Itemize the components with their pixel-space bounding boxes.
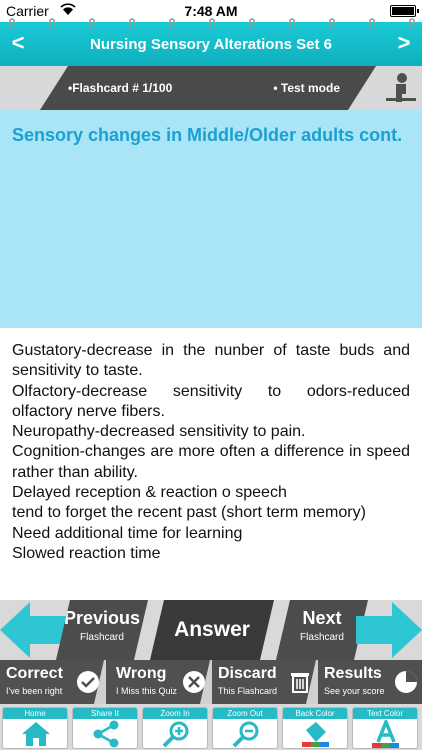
share-button[interactable]: Share It	[72, 707, 138, 749]
home-label: Home	[3, 708, 67, 719]
share-icon	[93, 720, 119, 748]
flashcard-counter: •Flashcard # 1/100	[68, 81, 173, 95]
bottom-toolbar: Home Share It Zoom In Zoom Out Back Colo…	[0, 704, 422, 750]
correct-sub-label: I've been right	[6, 686, 63, 696]
answer-button[interactable]: Answer	[150, 600, 274, 660]
answer-line: Slowed reaction time	[12, 544, 161, 562]
results-button[interactable]: Results See your score	[318, 660, 422, 704]
text-color-button[interactable]: Text Color	[352, 707, 418, 749]
text-color-label: Text Color	[353, 708, 417, 719]
wrong-button[interactable]: Wrong I Miss this Quiz	[106, 660, 210, 704]
binder-rings-icon	[9, 18, 415, 30]
discard-sub-label: This Flashcard	[218, 686, 278, 696]
answer-line: Gustatory-decrease in the nunber of tast…	[12, 342, 410, 380]
discard-button[interactable]: Discard This Flashcard	[212, 660, 316, 704]
text-color-icon	[372, 720, 399, 748]
share-label: Share It	[73, 708, 137, 719]
flashcard-info-banner: •Flashcard # 1/100 • Test mode	[40, 66, 376, 110]
flashcard-nav-row: Previous Flashcard Answer Next Flashcard	[0, 600, 422, 660]
battery-icon	[390, 5, 419, 17]
results-label: Results	[324, 665, 382, 682]
question-card: Sensory changes in Middle/Older adults c…	[0, 110, 422, 328]
question-text: Sensory changes in Middle/Older adults c…	[12, 125, 403, 145]
status-time: 7:48 AM	[184, 3, 238, 19]
zoom-in-label: Zoom In	[143, 708, 207, 719]
zoom-in-button[interactable]: Zoom In	[142, 707, 208, 749]
previous-label: Previous	[63, 608, 141, 628]
answer-line: tend to forget the recent past (short te…	[12, 504, 366, 522]
page-title: Nursing Sensory Alterations Set 6	[89, 36, 332, 53]
answer-line: Neuropathy-decreased sensitivity to pain…	[12, 423, 306, 441]
answer-line: Cognition-changes are more often a diffe…	[12, 443, 410, 481]
zoom-in-icon	[162, 721, 189, 748]
header-next-button[interactable]: >	[390, 30, 418, 56]
action-row: Correct I've been right Wrong I Miss thi…	[0, 660, 422, 704]
mode-indicator: • Test mode	[273, 81, 340, 95]
home-button[interactable]: Home	[2, 707, 68, 749]
wrong-sub-label: I Miss this Quiz	[116, 686, 178, 696]
answer-line: Need additional time for learning	[12, 524, 243, 542]
x-icon	[183, 671, 205, 693]
back-color-button[interactable]: Back Color	[282, 707, 348, 749]
correct-button[interactable]: Correct I've been right	[0, 660, 104, 704]
trash-icon	[291, 673, 309, 693]
zoom-out-icon	[232, 721, 259, 748]
previous-sub-label: Flashcard	[80, 632, 124, 643]
header-prev-button[interactable]: <	[4, 30, 32, 56]
discard-label: Discard	[218, 665, 277, 682]
pie-chart-icon	[395, 671, 417, 693]
wrong-label: Wrong	[116, 665, 167, 682]
back-color-label: Back Color	[283, 708, 347, 719]
previous-flashcard-button[interactable]: Previous Flashcard	[56, 600, 148, 660]
correct-label: Correct	[6, 665, 63, 682]
zoom-out-button[interactable]: Zoom Out	[212, 707, 278, 749]
answer-text: Gustatory-decrease in the nunber of tast…	[12, 341, 410, 564]
person-at-desk-icon[interactable]	[386, 72, 416, 104]
info-bar: •Flashcard # 1/100 • Test mode	[0, 66, 422, 110]
home-icon	[22, 722, 50, 746]
zoom-out-label: Zoom Out	[213, 708, 277, 719]
check-icon	[77, 671, 99, 693]
title-bar: < Nursing Sensory Alterations Set 6 >	[0, 18, 422, 66]
answer-line: Delayed reception & reaction o speech	[12, 484, 287, 502]
answer-line: Olfactory-decrease sensitivity to odors-…	[12, 382, 410, 420]
arrow-right-icon[interactable]	[350, 600, 422, 660]
paint-bucket-icon	[302, 722, 329, 747]
results-sub-label: See your score	[324, 686, 385, 696]
